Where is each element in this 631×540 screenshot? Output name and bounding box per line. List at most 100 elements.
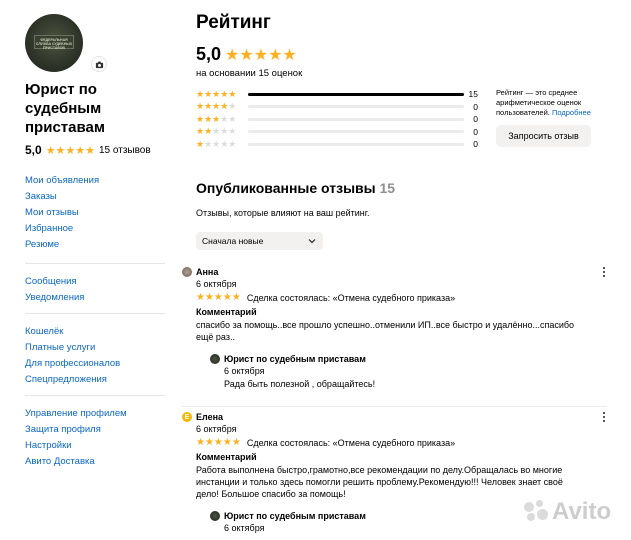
nav-group-wallet: Кошелёк Платные услуги Для профессионало… bbox=[25, 324, 175, 388]
review-date: 6 октября bbox=[196, 279, 237, 289]
breakdown-stars: ★★★ bbox=[196, 113, 221, 124]
sort-select[interactable]: Сначала новые bbox=[196, 232, 323, 250]
review-text: Работа выполнена быстро,грамотно,все рек… bbox=[196, 465, 563, 499]
breakdown-fill bbox=[248, 92, 464, 96]
breakdown-empty-stars: ★ bbox=[228, 101, 237, 112]
breakdown-stars: ★ bbox=[196, 138, 205, 149]
more-options-icon[interactable] bbox=[601, 411, 607, 423]
breakdown-bar bbox=[248, 105, 464, 109]
breakdown-count: 15 bbox=[468, 89, 478, 100]
comment-label: Комментарий bbox=[196, 307, 257, 317]
nav-my-ads[interactable]: Мои объявления bbox=[25, 173, 175, 189]
breakdown-bar bbox=[248, 130, 464, 134]
nav-favorites[interactable]: Избранное bbox=[25, 221, 175, 237]
published-reviews-title: Опубликованные отзывы 15 bbox=[196, 180, 395, 196]
breakdown-row: ★★★★★ 0 bbox=[196, 126, 478, 139]
nav-resume[interactable]: Резюме bbox=[25, 237, 175, 253]
breakdown-stars: ★★★★ bbox=[196, 101, 229, 112]
nav-divider bbox=[25, 263, 165, 264]
rating-score-row: 5,0 ★★★★★ bbox=[196, 44, 616, 65]
review-item: Анна 6 октября ★★★★★ Сделка состоялась: … bbox=[182, 266, 607, 390]
sort-value: Сначала новые bbox=[202, 236, 264, 246]
nav-paid-services[interactable]: Платные услуги bbox=[25, 340, 175, 356]
review-deal-text: Сделка состоялась: «Отмена судебного при… bbox=[246, 292, 456, 303]
breakdown-empty-stars: ★★ bbox=[220, 113, 237, 124]
nav-my-reviews[interactable]: Мои отзывы bbox=[25, 205, 175, 221]
breakdown-row: ★★★★★ 15 bbox=[196, 88, 478, 101]
more-options-icon[interactable] bbox=[601, 266, 607, 278]
breakdown-stars: ★★ bbox=[196, 126, 213, 137]
breakdown-bar bbox=[248, 92, 464, 96]
nav-divider bbox=[25, 395, 165, 396]
reviewer-avatar[interactable]: Е bbox=[182, 412, 192, 422]
nav-group-messages: Сообщения Уведомления bbox=[25, 274, 175, 306]
reply-author: Юрист по судебным приставам bbox=[224, 511, 366, 521]
nav-profile-management[interactable]: Управление профилем bbox=[25, 406, 175, 422]
breakdown-empty-stars: ★★★★ bbox=[204, 138, 237, 149]
sidebar: ФЕДЕРАЛЬНАЯ СЛУЖБА СУДЕБНЫХ ПРИСТАВОВ Юр… bbox=[25, 14, 175, 470]
chevron-down-icon bbox=[308, 239, 316, 244]
breakdown-row: ★★★★★ 0 bbox=[196, 101, 478, 114]
nav-wallet[interactable]: Кошелёк bbox=[25, 324, 175, 340]
nav-avito-delivery[interactable]: Авито Доставка bbox=[25, 454, 175, 470]
review-deal-text: Сделка состоялась: «Отмена судебного при… bbox=[246, 437, 456, 448]
nav-group-profile: Управление профилем Защита профиля Настр… bbox=[25, 406, 175, 470]
nav-group-main: Мои объявления Заказы Мои отзывы Избранн… bbox=[25, 173, 175, 253]
rating-note: Рейтинг — это среднее арифметическое оце… bbox=[496, 88, 606, 118]
seller-reply-avatar bbox=[210, 354, 220, 364]
seller-score: 5,0 bbox=[25, 143, 42, 157]
seller-rating: 5,0 ★★★★★ 15 отзывов bbox=[25, 143, 175, 157]
breakdown-count: 0 bbox=[473, 139, 478, 150]
seller-name: Юрист по судебным приставам bbox=[25, 81, 105, 136]
review-stars: ★★★★★ bbox=[196, 437, 241, 448]
seller-reviews-count: 15 отзывов bbox=[99, 144, 151, 156]
review-divider bbox=[182, 406, 607, 407]
comment-label: Комментарий bbox=[196, 452, 257, 462]
nav-divider bbox=[25, 313, 165, 314]
reviewer-name[interactable]: Елена bbox=[196, 412, 223, 422]
published-subtitle: Отзывы, которые влияют на ваш рейтинг. bbox=[196, 208, 370, 218]
nav-profile-protection[interactable]: Защита профиля bbox=[25, 422, 175, 438]
reply-date: 6 октября bbox=[224, 366, 265, 376]
avito-watermark-text: Avito bbox=[552, 498, 612, 525]
seller-stars: ★★★★★ bbox=[45, 144, 95, 157]
main-content: Рейтинг 5,0 ★★★★★ на основании 15 оценок… bbox=[182, 12, 616, 533]
nav-messages[interactable]: Сообщения bbox=[25, 274, 175, 290]
review-deal: ★★★★★ Сделка состоялась: «Отмена судебно… bbox=[196, 292, 607, 303]
seller-avatar[interactable]: ФЕДЕРАЛЬНАЯ СЛУЖБА СУДЕБНЫХ ПРИСТАВОВ bbox=[25, 14, 83, 72]
reviewer-name[interactable]: Анна bbox=[196, 267, 218, 277]
rating-details-link[interactable]: Подробнее bbox=[552, 108, 591, 117]
reply-text: Рада быть полезной , обращайтесь! bbox=[224, 379, 376, 389]
nav-settings[interactable]: Настройки bbox=[25, 438, 175, 454]
breakdown-count: 0 bbox=[473, 101, 478, 112]
breakdown-empty-stars: ★★★ bbox=[212, 126, 237, 137]
rating-score: 5,0 bbox=[196, 44, 222, 64]
nav-orders[interactable]: Заказы bbox=[25, 189, 175, 205]
rating-breakdown: ★★★★★ 15 ★★★★★ 0 ★★★★★ 0 ★★★★★ 0 ★★★★★ 0 bbox=[196, 88, 478, 151]
rating-basis: на основании 15 оценок bbox=[196, 68, 303, 79]
breakdown-row: ★★★★★ 0 bbox=[196, 138, 478, 151]
published-count: 15 bbox=[379, 180, 396, 196]
breakdown-bar bbox=[248, 117, 464, 121]
breakdown-row: ★★★★★ 0 bbox=[196, 113, 478, 126]
avito-logo-icon bbox=[524, 500, 548, 524]
nav-notifications[interactable]: Уведомления bbox=[25, 290, 175, 306]
nav-for-professionals[interactable]: Для профессионалов bbox=[25, 356, 175, 372]
reply-author: Юрист по судебным приставам bbox=[224, 354, 366, 364]
request-review-button[interactable]: Запросить отзыв bbox=[496, 125, 591, 147]
avito-watermark: Avito bbox=[524, 498, 611, 526]
nav-special-offers[interactable]: Спецпредложения bbox=[25, 372, 175, 388]
breakdown-bar bbox=[248, 142, 464, 146]
review-date: 6 октября bbox=[196, 424, 237, 434]
rating-stars: ★★★★★ bbox=[225, 46, 297, 64]
seller-reply: Юрист по судебным приставам 6 октября Ра… bbox=[210, 353, 607, 390]
camera-icon[interactable] bbox=[92, 57, 106, 71]
review-text: спасибо за помощь..все прошло успешно..о… bbox=[196, 320, 575, 342]
rating-title: Рейтинг bbox=[196, 12, 271, 33]
published-title-text: Опубликованные отзывы bbox=[196, 180, 376, 196]
breakdown-count: 0 bbox=[473, 114, 478, 125]
breakdown-stars: ★★★★★ bbox=[196, 88, 237, 99]
avatar-patch: ФЕДЕРАЛЬНАЯ СЛУЖБА СУДЕБНЫХ ПРИСТАВОВ bbox=[34, 35, 74, 50]
reviewer-avatar[interactable] bbox=[182, 267, 192, 277]
seller-reply-avatar bbox=[210, 511, 220, 521]
